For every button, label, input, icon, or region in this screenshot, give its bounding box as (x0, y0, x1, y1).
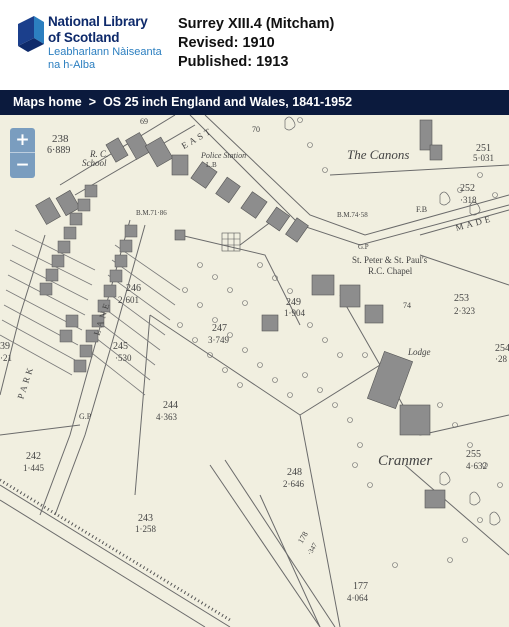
parcel-label: 249 (286, 297, 301, 308)
parcel-area-label: ·21 (0, 353, 12, 363)
chapel-label: R.C. Chapel (368, 266, 413, 276)
parcel-label: 248 (287, 467, 302, 478)
logo-line-2: of Scotland (48, 30, 120, 45)
map-drawing (0, 115, 509, 627)
parcel-label: 247 (212, 323, 227, 334)
benchmark-label: B.M.74·58 (337, 211, 368, 219)
chapel-label: St. Peter & St. Paul's (352, 255, 428, 265)
parcel-area-label: 5·031 (473, 153, 494, 163)
cranmer-label: Cranmer (378, 453, 433, 469)
parcel-label: 177 (353, 581, 368, 592)
revised-date: Revised: 1910 (178, 35, 275, 51)
canons-label: The Canons (347, 147, 410, 162)
map-viewer[interactable]: 238 6·889 R. C. School Police Station L.… (0, 115, 509, 627)
parcel-label: 252 (460, 183, 475, 194)
logo-text: National Library of Scotland Leabharlann… (48, 14, 162, 72)
zoom-in-button[interactable]: + (10, 128, 35, 153)
sheet-title: Surrey XIII.4 (Mitcham) (178, 16, 335, 32)
parcel-label: 246 (126, 283, 141, 294)
benchmark-label: B.M.71·86 (136, 209, 167, 217)
breadcrumb-series-link[interactable]: OS 25 inch England and Wales, 1841-1952 (103, 95, 352, 109)
school-label: School (82, 158, 107, 168)
parcel-label: 245 (113, 341, 128, 352)
zoom-control: + − (10, 128, 35, 178)
breadcrumb-separator: > (88, 95, 97, 109)
parcel-label: 243 (138, 513, 153, 524)
fb-label: F.B (416, 205, 428, 214)
lodge-label: Lodge (408, 347, 431, 357)
parcel-area-label: 1·258 (135, 524, 156, 534)
logo-line-3: Leabharlann Nàiseanta (48, 46, 162, 58)
breadcrumb: Maps home > OS 25 inch England and Wales, … (0, 90, 509, 115)
published-date: Published: 1913 (178, 54, 289, 70)
parcel-label: 39 (0, 341, 10, 352)
parcel-label: 242 (26, 451, 41, 462)
breadcrumb-home-link[interactable]: Maps home (13, 95, 82, 109)
gp-label: G.P (358, 243, 369, 251)
parcel-label: 255 (466, 449, 481, 460)
parcel-area-label: 1·904 (284, 308, 305, 318)
parcel-label: 244 (163, 400, 178, 411)
parcel-area-label: 1·445 (23, 463, 44, 473)
parcel-area-label: 3·749 (208, 335, 229, 345)
parcel-label: 254 (495, 343, 509, 354)
parcel-area-label: ·318 (460, 195, 477, 205)
parcel-label: 238 (52, 133, 69, 145)
logo-line-4: na h-Alba (48, 59, 96, 71)
parcel-area-label: 6·889 (47, 145, 71, 156)
parcel-area-label: 4·632 (466, 461, 487, 471)
spot-height-label: 74 (403, 301, 411, 310)
parcel-area-label: 2·601 (118, 295, 139, 305)
logo-line-1: National Library (48, 14, 148, 29)
nls-logo-icon (18, 16, 44, 52)
parcel-area-label: 4·363 (156, 412, 177, 422)
parcel-area-label: 2·323 (454, 306, 475, 316)
parcel-area-label: 2·646 (283, 479, 304, 489)
parcel-area-label: ·28 (495, 354, 507, 364)
site-header: National Library of Scotland Leabharlann… (0, 0, 509, 90)
lb-label: L.B (206, 161, 217, 169)
map-sheet-info: Surrey XIII.4 (Mitcham) Revised: 1910 Pu… (178, 15, 334, 72)
zoom-out-button[interactable]: − (10, 153, 35, 178)
spot-height-label: 69 (140, 117, 148, 126)
parcel-area-label: ·530 (115, 353, 132, 363)
nls-logo[interactable]: National Library of Scotland Leabharlann… (14, 14, 164, 74)
spot-height-label: 70 (252, 125, 260, 134)
parcel-label: 253 (454, 293, 469, 304)
gp-label: G.P (79, 412, 92, 421)
parcel-area-label: 4·064 (347, 593, 368, 603)
police-station-label: Police Station (201, 151, 247, 160)
